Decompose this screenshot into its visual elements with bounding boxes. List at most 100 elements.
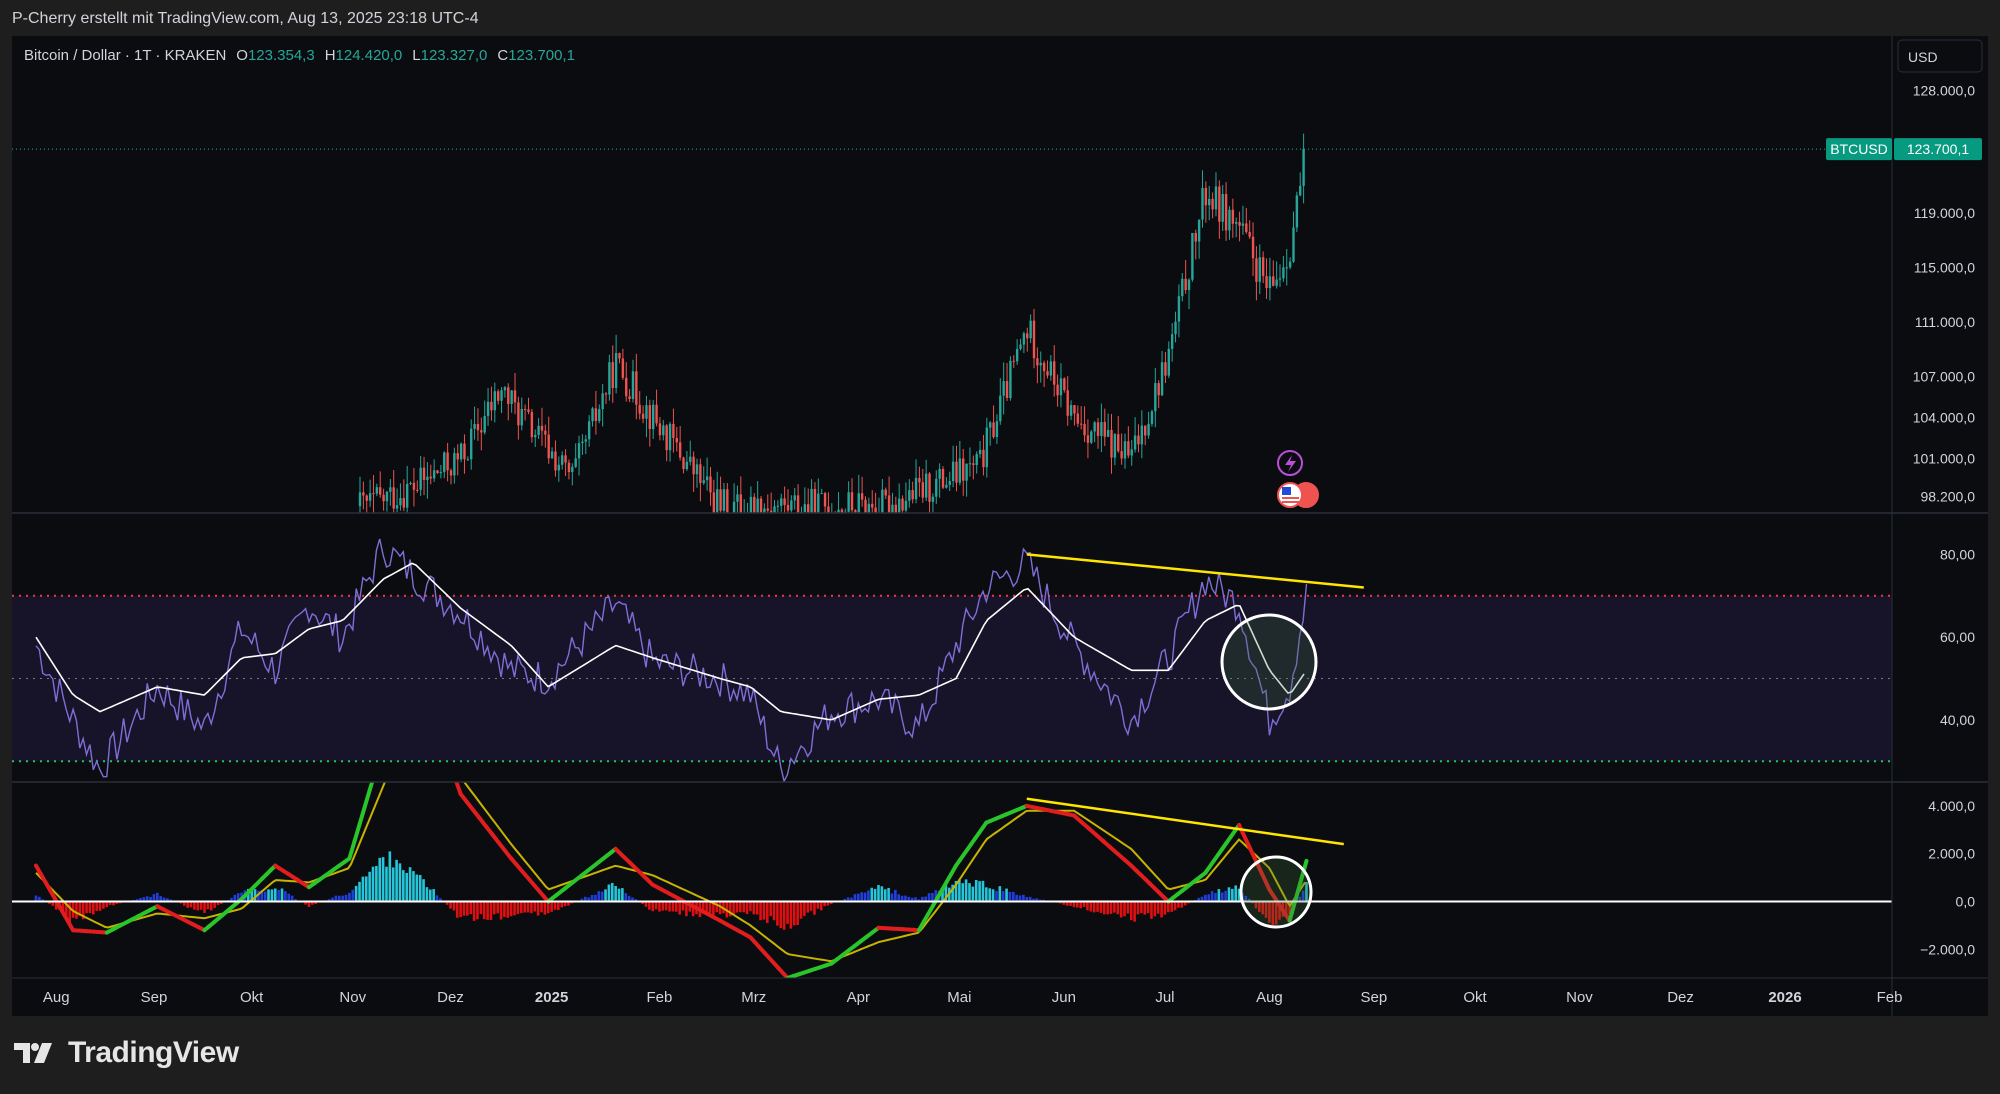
macd-histogram-bar [530,901,533,914]
time-tick-label: Nov [339,989,366,1006]
us-flag-event-icon[interactable] [1277,482,1319,508]
macd-tick-label: 2.000,0 [1928,846,1975,862]
currency-button[interactable]: USD [1897,39,1983,73]
candle-body [1012,360,1015,362]
candle-body [1170,334,1174,349]
macd-histogram-bar [1092,901,1096,913]
rsi-band [12,595,1892,762]
candle-body [999,395,1002,422]
candle-body [459,443,463,460]
candle-body [362,492,365,496]
candle-body [1106,429,1110,437]
time-tick-label: Sep [141,989,168,1006]
candle-body [1032,320,1036,359]
candle-body [692,456,695,475]
macd-histogram-bar [476,901,479,920]
candle-body [1221,194,1224,222]
candle-body [554,451,557,471]
candle-body [405,483,409,508]
candle-body [517,402,520,426]
macd-histogram-bar [877,885,880,902]
macd-histogram-bar [776,901,779,926]
candle-body [1049,361,1053,376]
candle-body [1194,233,1197,242]
macd-histogram-bar [1150,901,1153,919]
candle-body [1140,425,1144,445]
candle-body [591,408,594,422]
candle-body [463,443,466,460]
candle-body [1282,267,1285,279]
macd-histogram-bar [1231,888,1234,902]
candle-body [1137,435,1140,445]
candle-body [527,409,530,412]
candle-body [655,404,658,424]
candle-body [678,442,682,458]
macd-histogram-bar [459,901,462,918]
candle-body [1197,219,1201,242]
macd-histogram-bar [1096,901,1099,912]
macd-histogram-bar [358,881,361,902]
time-tick-label: Dez [1667,989,1694,1006]
macd-histogram-bar [816,901,820,909]
macd-histogram-bar [860,892,863,902]
macd-histogram-bar [398,863,402,902]
candle-body [581,441,584,444]
macd-histogram-bar [513,901,516,916]
candle-body [884,489,887,496]
macd-histogram-bar [196,901,200,911]
macd-histogram-bar [199,901,203,910]
candle-body [921,482,924,498]
candle-body [1278,278,1282,280]
macd-histogram-bar [752,901,756,915]
lightning-event-icon[interactable] [1277,450,1303,476]
macd-histogram-bar [75,901,78,919]
macd-histogram-bar [385,866,388,902]
macd-histogram-bar [432,889,435,902]
candle-body [368,493,372,501]
macd-histogram-bar [755,901,759,915]
macd-histogram-bar [452,901,456,911]
macd-histogram-bar [927,893,931,902]
candle-body [1086,435,1090,443]
macd-histogram-bar [1227,887,1231,902]
candle-body [938,468,941,479]
tradingview-logo[interactable]: TradingView [14,1036,239,1070]
candle-body [1245,223,1248,233]
macd-histogram-bar [489,901,493,920]
macd-histogram-bar [958,879,961,902]
candle-body [685,461,689,470]
candle-body [1113,434,1117,458]
candle-body [1231,209,1235,224]
macd-histogram-bar [1089,901,1093,912]
macd-histogram-bar [287,893,291,902]
high-value: 124.420,0 [336,47,403,64]
candle-body [571,466,574,473]
price-tick-label: 119.000,0 [1914,205,1975,221]
close-label: C [497,47,508,64]
macd-histogram-bar [1170,901,1173,912]
candle-body [951,461,955,482]
candle-body [985,427,989,468]
candle-body [409,482,412,484]
candle-body [1120,451,1123,459]
candle-body [621,358,625,378]
chart-area[interactable]: 128.000,0 119.000,0 115.000,0 111.000,0 107.… [12,36,1988,1016]
macd-histogram-bar [469,901,473,915]
candle-body [395,505,399,509]
candle-body [365,495,368,501]
macd-histogram-bar [873,888,877,902]
macd-histogram-bar [1005,888,1008,902]
macd-histogram-bar [867,890,870,902]
time-tick-label: 2025 [535,989,568,1006]
candle-body [1076,413,1080,424]
candle-body [574,458,577,467]
macd-histogram-bar [789,901,793,929]
macd-histogram-bar [381,857,385,902]
macd-histogram-bar [604,889,607,902]
macd-histogram-bar [819,901,823,911]
macd-histogram-bar [1224,890,1227,902]
macd-histogram-bar [1015,894,1018,902]
macd-histogram-bar [418,875,422,902]
candle-body [375,487,379,494]
candle-body [476,424,480,431]
